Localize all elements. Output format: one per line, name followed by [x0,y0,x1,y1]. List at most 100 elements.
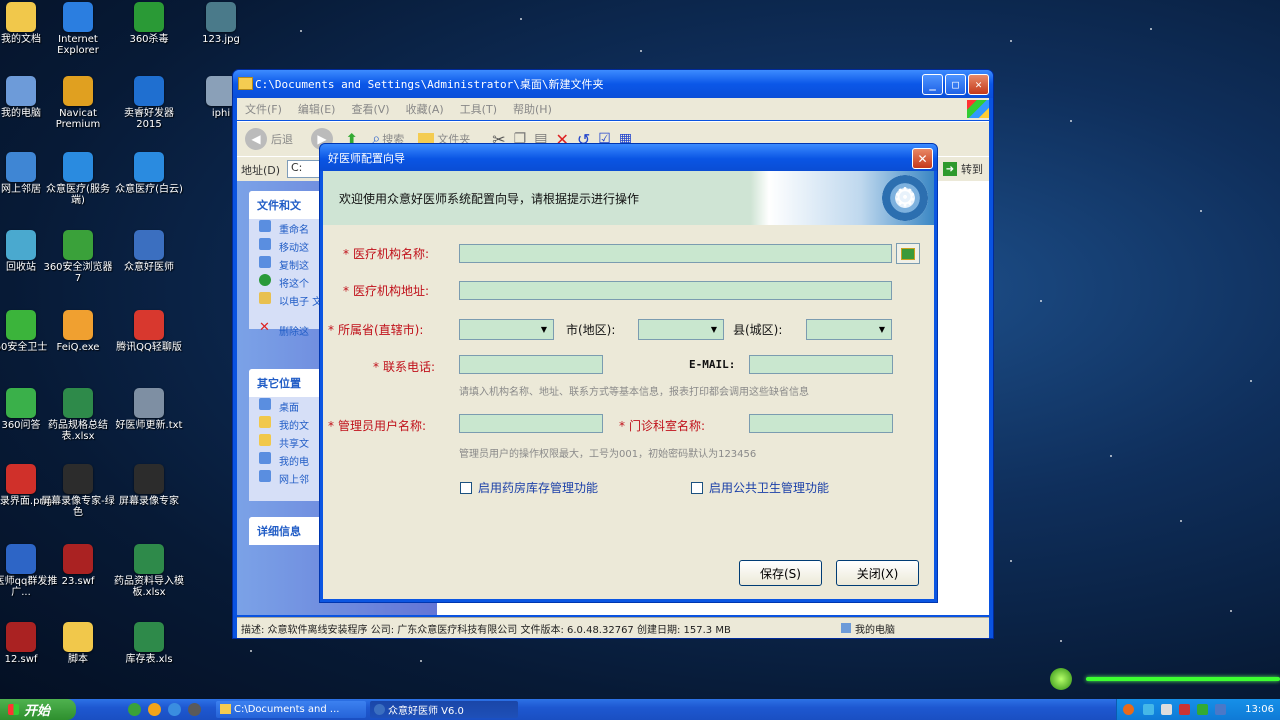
desktop-icon-item[interactable]: Navicat Premium [41,76,115,130]
folder-icon [220,704,231,714]
desktop-icon-label: 药品资料导入模板.xlsx [114,576,184,598]
dialog-titlebar[interactable]: 好医师配置向导 ✕ [320,144,937,171]
checkbox-box[interactable] [460,481,472,494]
desktop-icon-label: 药品规格总结表.xlsx [48,420,108,442]
gear-icon: ⚙ [882,175,928,221]
image-picker-icon [901,247,915,260]
go-button[interactable]: ➜ 转到 [943,161,983,177]
desktop-icon-item[interactable]: 好医师更新.txt [112,388,186,431]
back-button[interactable]: ◀ 后退 [245,128,293,150]
checkbox-box[interactable] [691,481,703,494]
network-tray-icon[interactable] [1143,704,1154,715]
desktop-icon-item[interactable]: 众意医疗(白云) [112,152,186,195]
desktop-icon-item[interactable]: 众意好医师 [112,230,186,273]
desktop-icon-item[interactable]: 库存表.xls [112,622,186,665]
go-arrow-icon: ➜ [943,162,957,176]
banner-text: 欢迎使用众意好医师系统配置向导，请根据提示进行操作 [339,192,640,206]
desktop-icon-item[interactable]: 360杀毒 [112,2,186,45]
computer-icon [6,76,36,106]
minimize-button[interactable]: _ [922,74,943,95]
progress-line[interactable] [1086,677,1280,681]
desktop-icon-item[interactable]: 众意医疗(服务端) [41,152,115,206]
org-address-input[interactable] [459,281,892,300]
chevron-down-icon: ▼ [710,325,718,334]
rename-icon [259,220,271,232]
text-icon [134,388,164,418]
app-quicklaunch-icon[interactable] [188,703,201,716]
explorer-titlebar[interactable]: C:\Documents and Settings\Administrator\… [233,70,993,98]
recorder-icon [63,464,93,494]
desktop-quicklaunch-icon[interactable] [168,703,181,716]
security-tray-icon[interactable] [1179,704,1190,715]
navicat-icon [63,76,93,106]
desktop-icon-item[interactable]: 腾讯QQ轻聊版 [112,310,186,353]
desktop-icon-item[interactable]: 药品资料导入模板.xlsx [112,544,186,598]
close-dialog-button[interactable]: 关闭(X) [836,560,919,586]
city-select[interactable]: ▼ [638,319,724,340]
address-label: 地址(D) [241,164,281,177]
clock[interactable]: 13:06 [1245,704,1274,715]
desktop-icon-item[interactable]: 23.swf [41,544,115,587]
pharmacy-inventory-checkbox[interactable]: 启用药房库存管理功能 [460,479,598,496]
computer-icon [259,452,271,464]
recorder-icon [134,464,164,494]
doc-icon [6,544,36,574]
email-input[interactable] [749,355,893,374]
admin-name-input[interactable] [459,414,603,433]
menu-bar: 文件(F) 编辑(E) 查看(V) 收藏(A) 工具(T) 帮助(H) [237,98,989,120]
back-arrow-icon: ◀ [245,128,267,150]
province-label: * 所属省(直辖市): [328,323,424,337]
desktop-icon-item[interactable]: 药品规格总结表.xlsx [41,388,115,442]
status-location: 我的电脑 [855,624,895,636]
desktop-icon-item[interactable]: 屏幕录像专家 [112,464,186,507]
desktop-icon-item[interactable]: FeiQ.exe [41,310,115,353]
maximize-button[interactable]: □ [945,74,966,95]
menu-view[interactable]: 查看(V) [343,101,397,117]
province-select[interactable]: ▼ [459,319,554,340]
tray-icon[interactable] [1197,704,1208,715]
dialog-close-button[interactable]: ✕ [912,148,933,169]
tray-app-icon[interactable] [1123,704,1134,715]
org-picker-button[interactable] [896,243,920,264]
desktop-icon-item[interactable]: 123.jpg [184,2,258,45]
menu-edit[interactable]: 编辑(E) [290,101,344,117]
menu-file[interactable]: 文件(F) [237,101,290,117]
menu-help[interactable]: 帮助(H) [505,101,560,117]
public-health-checkbox[interactable]: 启用公共卫生管理功能 [691,479,829,496]
phone-input[interactable] [459,355,603,374]
close-button[interactable]: ✕ [968,74,989,95]
folder-icon [63,622,93,652]
medical-icon [63,152,93,182]
email-label: E-MAIL: [689,358,736,371]
taskbar-item-haoyishi[interactable]: 众意好医师 V6.0 [370,701,518,718]
dept-name-label: * 门诊科室名称: [619,419,706,433]
ie-quicklaunch-icon[interactable] [148,703,161,716]
admin-name-label: * 管理员用户名称: [328,419,427,433]
taskbar-item-explorer[interactable]: C:\Documents and ... [216,701,366,718]
menu-tools[interactable]: 工具(T) [452,101,505,117]
desktop-icon-label: FeiQ.exe [56,342,100,353]
desktop-icon-item[interactable]: Internet Explorer [41,2,115,56]
desktop-icon-label: 卖睿好发器 2015 [124,108,174,130]
desktop-icon-item[interactable]: 360安全浏览器7 [41,230,115,284]
org-name-input[interactable] [459,244,892,263]
desktop-icon-item[interactable]: 卖睿好发器 2015 [112,76,186,130]
config-wizard-dialog[interactable]: 好医师配置向导 ✕ 欢迎使用众意好医师系统配置向导，请根据提示进行操作 ⚙ * 医… [319,143,938,603]
email-icon [259,292,271,304]
save-button[interactable]: 保存(S) [739,560,822,586]
browser-quicklaunch-icon[interactable] [128,703,141,716]
pause-icon[interactable] [1050,668,1072,690]
county-select[interactable]: ▼ [806,319,892,340]
computer-icon [841,623,851,633]
desktop-icon-item[interactable]: 脚本 [41,622,115,665]
desktop-icon-label: 腾讯QQ轻聊版 [116,342,182,353]
dept-name-input[interactable] [749,414,893,433]
county-label: 县(城区): [733,323,783,337]
volume-icon[interactable] [1161,704,1172,715]
desktop-icon-label: 脚本 [68,654,88,665]
start-button[interactable]: 开始 [0,699,76,720]
menu-favorites[interactable]: 收藏(A) [398,101,452,117]
desktop-icon-item[interactable]: 屏幕录像专家-绿色 [41,464,115,518]
ime-icon[interactable] [1215,704,1226,715]
chevron-down-icon: ▼ [540,325,548,334]
